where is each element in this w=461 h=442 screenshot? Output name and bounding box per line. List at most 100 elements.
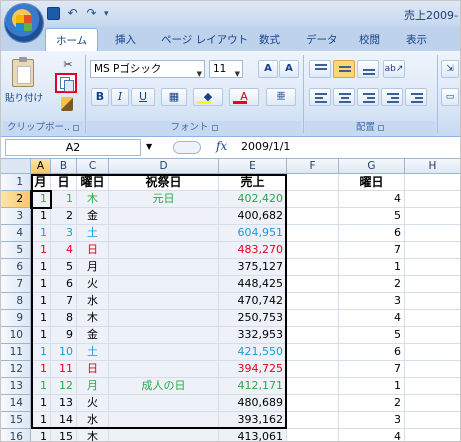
formula-bar-handle[interactable] (173, 141, 201, 154)
row-header-8[interactable]: 8 (1, 293, 31, 310)
cell-h1[interactable] (405, 174, 460, 191)
cell-h10[interactable] (405, 327, 460, 344)
italic-button[interactable]: I (111, 88, 129, 106)
column-header-b[interactable]: B (51, 159, 77, 174)
font-color-button[interactable]: A (229, 88, 259, 106)
cell-g8[interactable]: 3 (339, 293, 405, 310)
column-header-f[interactable]: F (287, 159, 339, 174)
wrap-text-button[interactable]: ⇲ (441, 60, 459, 78)
cell-d10[interactable] (109, 327, 219, 344)
row-header-1[interactable]: 1 (1, 174, 31, 191)
cell-g15[interactable]: 3 (339, 412, 405, 429)
cell-c8[interactable]: 水 (77, 293, 109, 310)
cell-e9[interactable]: 250,753 (219, 310, 287, 327)
cell-b4[interactable]: 3 (51, 225, 77, 242)
cell-f12[interactable] (287, 361, 339, 378)
save-icon[interactable] (47, 7, 60, 20)
row-header-7[interactable]: 7 (1, 276, 31, 293)
row-header-9[interactable]: 9 (1, 310, 31, 327)
undo-icon[interactable]: ↶ (66, 7, 79, 20)
cell-b10[interactable]: 9 (51, 327, 77, 344)
cell-h13[interactable] (405, 378, 460, 395)
insert-function-icon[interactable]: fx (216, 139, 227, 153)
column-header-h[interactable]: H (405, 159, 460, 174)
grow-font-button[interactable]: A (258, 60, 278, 78)
cell-d15[interactable] (109, 412, 219, 429)
cell-d14[interactable] (109, 395, 219, 412)
cell-c12[interactable]: 日 (77, 361, 109, 378)
cell-e10[interactable]: 332,953 (219, 327, 287, 344)
cell-e16[interactable]: 413,061 (219, 429, 287, 441)
cell-e6[interactable]: 375,127 (219, 259, 287, 276)
cell-d9[interactable] (109, 310, 219, 327)
row-header-10[interactable]: 10 (1, 327, 31, 344)
cell-a16[interactable]: 1 (31, 429, 51, 441)
cell-f6[interactable] (287, 259, 339, 276)
cell-a2[interactable]: 1 (31, 191, 51, 208)
cell-c15[interactable]: 水 (77, 412, 109, 429)
cell-b11[interactable]: 10 (51, 344, 77, 361)
formula-input[interactable]: 2009/1/1 (239, 139, 459, 156)
cell-b7[interactable]: 6 (51, 276, 77, 293)
cell-f13[interactable] (287, 378, 339, 395)
cell-c13[interactable]: 月 (77, 378, 109, 395)
fill-color-button[interactable]: ◆ (193, 88, 223, 106)
cell-a6[interactable]: 1 (31, 259, 51, 276)
cell-c10[interactable]: 金 (77, 327, 109, 344)
cell-e14[interactable]: 480,689 (219, 395, 287, 412)
cell-d7[interactable] (109, 276, 219, 293)
cell-h4[interactable] (405, 225, 460, 242)
cell-c4[interactable]: 土 (77, 225, 109, 242)
cell-h7[interactable] (405, 276, 460, 293)
format-painter-button[interactable] (61, 97, 73, 111)
cell-f11[interactable] (287, 344, 339, 361)
dialog-launcher-icon[interactable] (73, 124, 80, 131)
cell-e15[interactable]: 393,162 (219, 412, 287, 429)
dialog-launcher-icon[interactable] (211, 124, 218, 131)
cell-e3[interactable]: 400,682 (219, 208, 287, 225)
cell-f9[interactable] (287, 310, 339, 327)
cell-d2[interactable]: 元日 (109, 191, 219, 208)
cell-a13[interactable]: 1 (31, 378, 51, 395)
name-box[interactable]: A2 (5, 139, 141, 156)
cell-g4[interactable]: 6 (339, 225, 405, 242)
row-header-15[interactable]: 15 (1, 412, 31, 429)
border-button[interactable]: ▦ (161, 88, 187, 106)
row-header-12[interactable]: 12 (1, 361, 31, 378)
cell-e8[interactable]: 470,742 (219, 293, 287, 310)
align-middle-button[interactable] (333, 60, 355, 78)
cell-b15[interactable]: 14 (51, 412, 77, 429)
cell-b14[interactable]: 13 (51, 395, 77, 412)
tab-formulas[interactable]: 数式 (259, 32, 280, 47)
cell-c14[interactable]: 火 (77, 395, 109, 412)
column-header-a[interactable]: A (31, 159, 51, 174)
cell-f7[interactable] (287, 276, 339, 293)
row-header-14[interactable]: 14 (1, 395, 31, 412)
underline-button[interactable]: U (131, 88, 155, 106)
row-header-4[interactable]: 4 (1, 225, 31, 242)
phonetic-button[interactable]: 亜 (266, 88, 296, 106)
cell-g5[interactable]: 7 (339, 242, 405, 259)
bold-button[interactable]: B (91, 88, 109, 106)
cell-e11[interactable]: 421,550 (219, 344, 287, 361)
tab-view[interactable]: 表示 (406, 32, 427, 47)
cell-d16[interactable] (109, 429, 219, 441)
cell-d3[interactable] (109, 208, 219, 225)
cell-c2[interactable]: 木 (77, 191, 109, 208)
cell-a5[interactable]: 1 (31, 242, 51, 259)
cell-c5[interactable]: 日 (77, 242, 109, 259)
cell-d1[interactable]: 祝祭日 (109, 174, 219, 191)
cell-h11[interactable] (405, 344, 460, 361)
cell-f16[interactable] (287, 429, 339, 441)
cell-d11[interactable] (109, 344, 219, 361)
align-left-button[interactable] (309, 88, 331, 106)
cell-e13[interactable]: 412,171 (219, 378, 287, 395)
cell-b9[interactable]: 8 (51, 310, 77, 327)
cell-e2[interactable]: 402,420 (219, 191, 287, 208)
cell-e7[interactable]: 448,425 (219, 276, 287, 293)
cell-h2[interactable] (405, 191, 460, 208)
cell-c16[interactable]: 木 (77, 429, 109, 441)
row-header-13[interactable]: 13 (1, 378, 31, 395)
row-header-3[interactable]: 3 (1, 208, 31, 225)
cell-d13[interactable]: 成人の日 (109, 378, 219, 395)
